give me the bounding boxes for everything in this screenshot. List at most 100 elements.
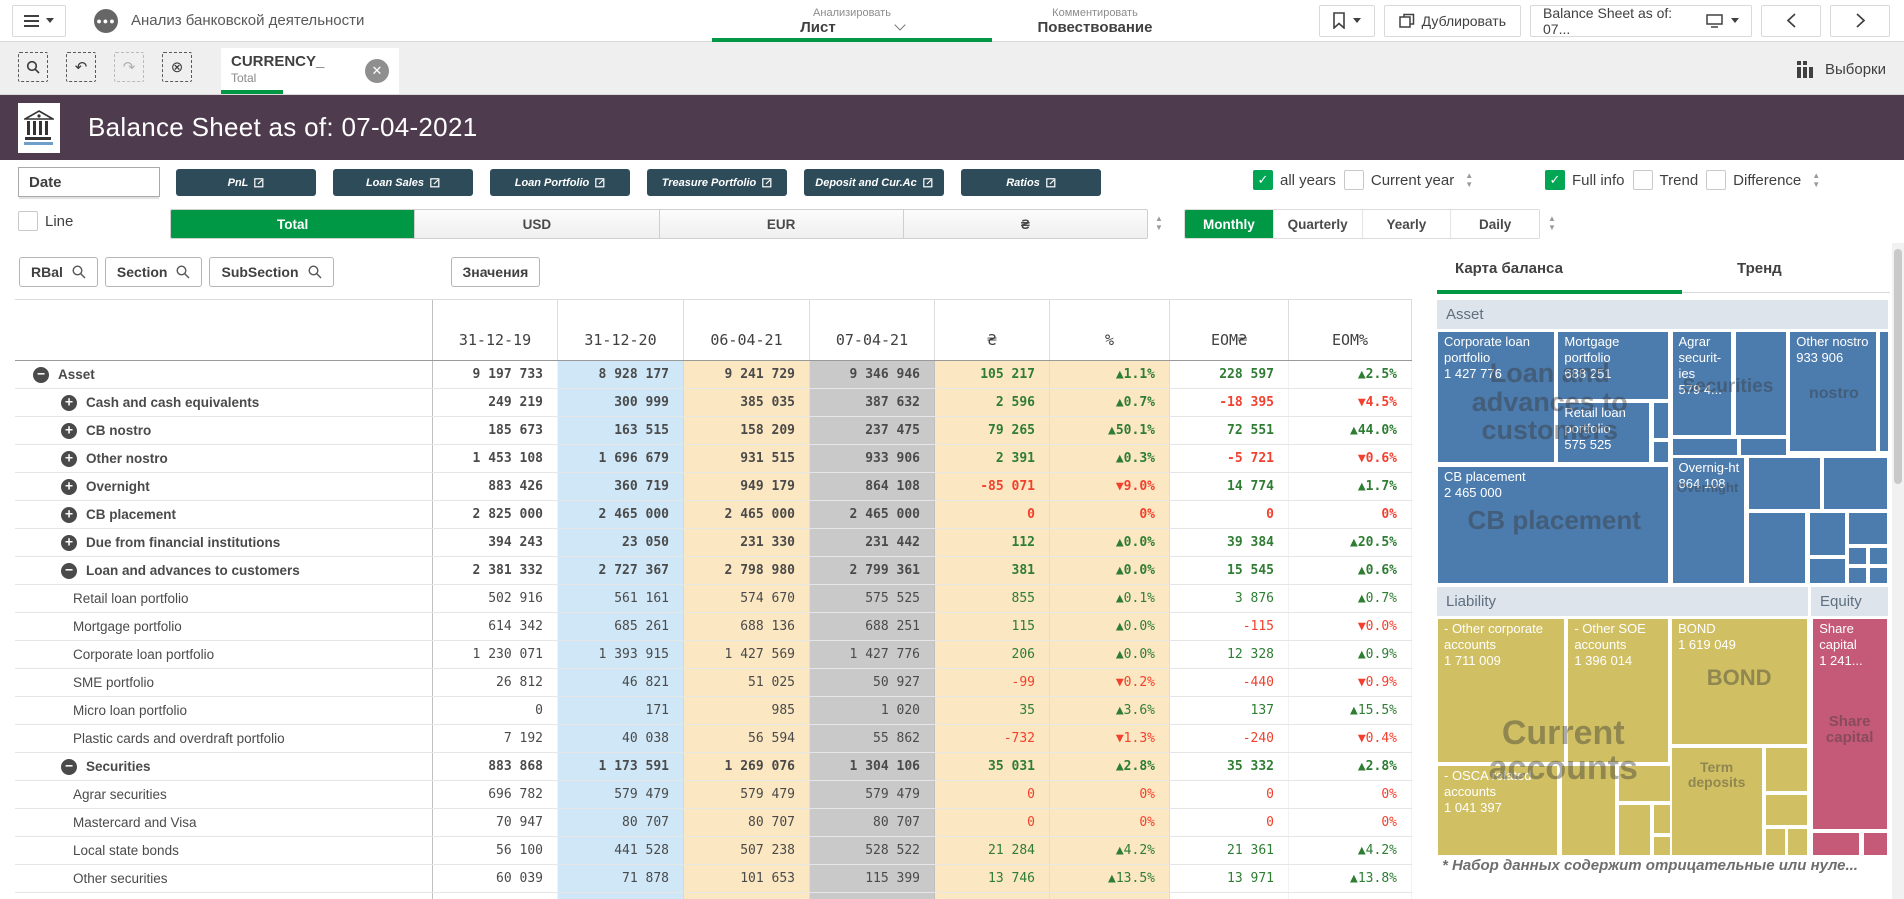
checkbox-full-info[interactable]: ✓ Full info [1545, 170, 1625, 190]
value-cell[interactable]: 231 330 [684, 529, 810, 556]
nav-button-ratios[interactable]: Ratios [961, 169, 1101, 196]
delta-cell[interactable]: ▲2.8% [1050, 753, 1170, 780]
value-cell[interactable]: 985 [684, 697, 810, 724]
row-label-cell[interactable]: Micro loan portfolio [15, 697, 433, 724]
value-cell[interactable]: 1 427 569 [684, 641, 810, 668]
row-label-cell[interactable]: −Loan and advances to customers [15, 557, 433, 584]
value-cell[interactable]: 1 453 108 [433, 445, 558, 472]
delta-cell[interactable]: 0% [1050, 501, 1170, 528]
treemap-tile[interactable] [1765, 794, 1807, 826]
delta-cell[interactable]: ▲0.7% [1289, 585, 1412, 612]
treemap-tile[interactable] [1740, 438, 1787, 456]
checkbox-difference[interactable]: Difference [1706, 170, 1801, 190]
row-label-cell[interactable]: +Investments [15, 893, 433, 899]
value-cell[interactable]: 883 426 [433, 473, 558, 500]
expand-icon[interactable]: + [61, 507, 77, 523]
delta-cell[interactable]: -440 [1170, 669, 1289, 696]
delta-cell[interactable]: 2 391 [935, 445, 1050, 472]
delta-cell[interactable]: 15 545 [1170, 557, 1289, 584]
value-cell[interactable]: 40 038 [558, 725, 684, 752]
value-cell[interactable]: 2 465 000 [684, 501, 810, 528]
nav-button-pnl[interactable]: PnL [176, 169, 316, 196]
delta-cell[interactable]: 3 876 [1170, 585, 1289, 612]
delta-cell[interactable]: ▲0.1% [1050, 585, 1170, 612]
delta-cell[interactable]: 0% [1289, 809, 1412, 836]
expand-icon[interactable]: + [61, 535, 77, 551]
scrollbar-thumb[interactable] [1894, 249, 1902, 484]
nav-button-loan-sales[interactable]: Loan Sales [333, 169, 473, 196]
expand-icon[interactable]: + [61, 395, 77, 411]
row-label-cell[interactable]: −Securities [15, 753, 433, 780]
year-stepper[interactable]: ▲▼ [1462, 171, 1476, 189]
delta-cell[interactable]: 206 [935, 641, 1050, 668]
row-label-cell[interactable]: Agrar securities [15, 781, 433, 808]
value-cell[interactable]: 71 878 [558, 865, 684, 892]
clear-selections-button[interactable]: ⊗ [162, 52, 192, 82]
value-cell[interactable]: 0 [433, 697, 558, 724]
value-cell[interactable]: 579 479 [558, 781, 684, 808]
value-cell[interactable]: 237 475 [810, 417, 935, 444]
delta-cell[interactable]: ▼0.6% [1289, 445, 1412, 472]
collapse-icon[interactable]: − [61, 759, 77, 775]
delta-cell[interactable]: 39 384 [1170, 529, 1289, 556]
column-header[interactable]: 07-04-21 [810, 300, 935, 360]
value-cell[interactable]: 2 727 367 [558, 557, 684, 584]
delta-cell[interactable]: 0 [935, 809, 1050, 836]
value-cell[interactable]: 1 696 679 [558, 445, 684, 472]
treemap-tile[interactable]: Overnig-ht864 108 [1672, 457, 1746, 584]
value-cell[interactable]: 7 192 [433, 725, 558, 752]
treemap-tile[interactable] [1618, 804, 1650, 856]
row-label-cell[interactable]: +Other nostro [15, 445, 433, 472]
value-cell[interactable]: 9 241 729 [684, 361, 810, 388]
value-cell[interactable]: 2 798 980 [684, 557, 810, 584]
delta-cell[interactable]: -99 [935, 669, 1050, 696]
delta-cell[interactable]: ▲0.0% [1050, 529, 1170, 556]
step-forward-button[interactable]: ↷ [114, 52, 144, 82]
tab-period-yearly[interactable]: Yearly [1363, 210, 1452, 238]
delta-cell[interactable]: 0% [1289, 501, 1412, 528]
collapse-icon[interactable]: − [61, 563, 77, 579]
delta-cell[interactable]: ▲44.0% [1289, 417, 1412, 444]
tab-balance-map[interactable]: Карта баланса [1455, 243, 1563, 293]
nav-button-treasure-portfolio[interactable]: Treasure Portfolio [647, 169, 787, 196]
delta-cell[interactable]: ▲20.5% [1289, 529, 1412, 556]
treemap-tile[interactable]: - Other corporate accounts1 711 009 [1437, 618, 1565, 763]
delta-cell[interactable]: -240 [1170, 725, 1289, 752]
treemap-tile[interactable] [1672, 438, 1738, 456]
delta-cell[interactable]: -85 071 [935, 473, 1050, 500]
value-cell[interactable]: 60 039 [433, 865, 558, 892]
value-cell[interactable]: 56 594 [684, 725, 810, 752]
value-cell[interactable]: 1 304 106 [810, 753, 935, 780]
treemap-tile[interactable] [1735, 331, 1787, 436]
delta-cell[interactable]: 35 332 [1170, 753, 1289, 780]
tab-analyze[interactable]: Анализировать Лист [712, 0, 992, 42]
value-cell[interactable]: 8 928 177 [558, 361, 684, 388]
treemap-tile[interactable] [1748, 512, 1807, 584]
dimension-chip-subsection[interactable]: SubSection [209, 257, 333, 287]
treemap-tile[interactable]: Mortgage portfolio688 251 [1557, 331, 1669, 400]
treemap-tile[interactable]: CB placement2 465 000 [1437, 466, 1669, 584]
value-cell[interactable]: 688 251 [810, 613, 935, 640]
delta-cell[interactable]: 0 [1170, 893, 1289, 899]
value-cell[interactable]: 9 197 733 [433, 361, 558, 388]
expand-icon[interactable]: + [61, 423, 77, 439]
row-label-cell[interactable]: Mastercard and Visa [15, 809, 433, 836]
delta-cell[interactable]: 2 596 [935, 389, 1050, 416]
value-cell[interactable]: 575 525 [810, 585, 935, 612]
value-cell[interactable]: 300 999 [558, 389, 684, 416]
treemap-tile[interactable] [1787, 828, 1807, 856]
value-cell[interactable]: 80 707 [810, 809, 935, 836]
delta-cell[interactable]: 35 031 [935, 753, 1050, 780]
delta-cell[interactable]: 0% [1050, 809, 1170, 836]
delta-cell[interactable]: ▲15.5% [1289, 697, 1412, 724]
delta-cell[interactable]: ▲3.6% [1050, 697, 1170, 724]
delta-cell[interactable]: ▲13.5% [1050, 865, 1170, 892]
value-cell[interactable]: 51 025 [684, 669, 810, 696]
checkbox-all-years[interactable]: ✓ all years [1253, 170, 1336, 190]
value-cell[interactable]: 1 427 776 [810, 641, 935, 668]
bookmarks-button[interactable] [1319, 5, 1375, 37]
tab-period-quarterly[interactable]: Quarterly [1274, 210, 1363, 238]
value-cell[interactable]: 2 381 332 [433, 557, 558, 584]
treemap-tile[interactable] [1869, 547, 1888, 565]
column-header[interactable]: EOM% [1289, 300, 1412, 360]
